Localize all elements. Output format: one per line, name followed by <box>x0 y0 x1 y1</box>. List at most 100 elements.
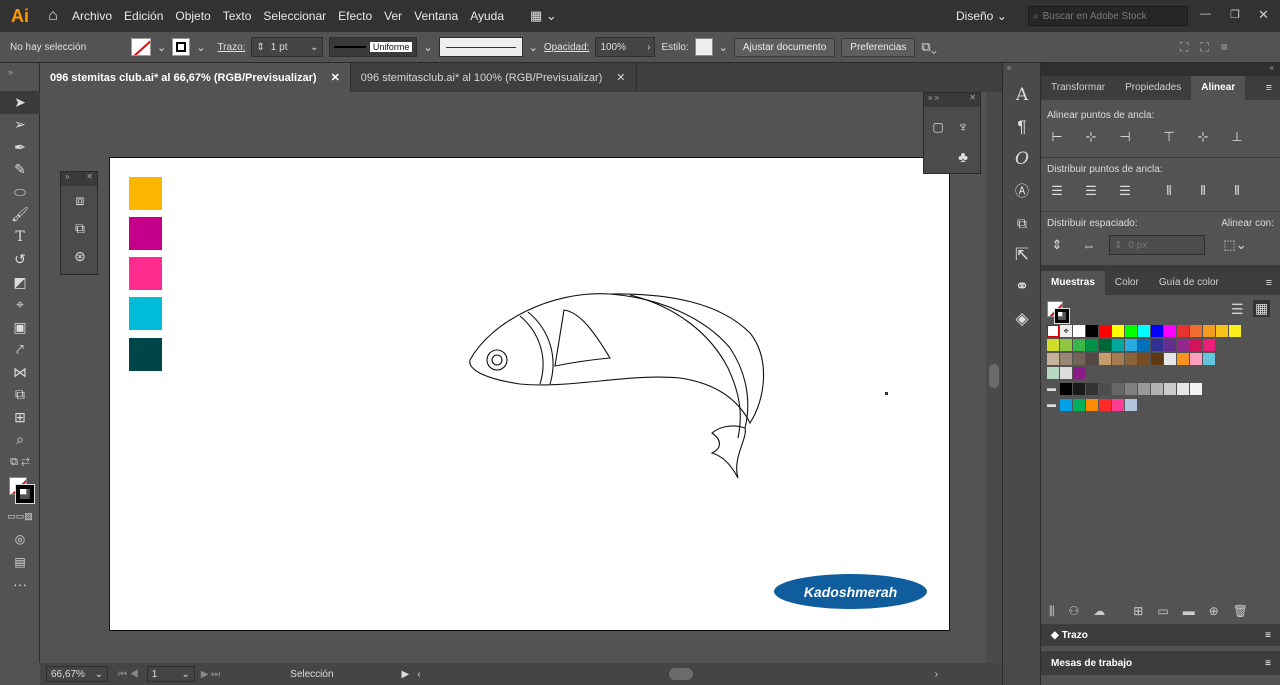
curvature-tool-icon[interactable]: ✎ <box>0 159 40 182</box>
panel-menu-icon[interactable]: ≡ <box>1266 277 1280 289</box>
distribute-bottom-icon[interactable]: ☰ <box>1113 181 1137 201</box>
swatch-pattern[interactable] <box>1047 367 1059 379</box>
color-swatch[interactable] <box>1177 383 1189 395</box>
stepper-icon[interactable]: ⇕ <box>256 42 264 53</box>
swatch-libraries-icon[interactable]: ⫼ <box>1049 604 1055 619</box>
color-swatch[interactable] <box>1203 353 1215 365</box>
artboard-swatch-yellow[interactable] <box>129 177 162 210</box>
color-swatch[interactable] <box>1164 383 1176 395</box>
profile-dropdown-icon[interactable]: ⌄ <box>423 41 432 54</box>
horizontal-spacing-icon[interactable]: ⇔ <box>1077 235 1101 255</box>
paragraph-icon[interactable]: ¶ <box>1003 111 1041 143</box>
tab-close-icon[interactable]: ✕ <box>331 71 340 84</box>
color-swatch[interactable] <box>1164 353 1176 365</box>
vertical-spacing-icon[interactable]: ⇕ <box>1045 235 1069 255</box>
artboard-swatch-magenta[interactable] <box>129 217 162 250</box>
color-swatch[interactable] <box>1151 325 1163 337</box>
menu-ver[interactable]: Ver <box>378 0 408 32</box>
new-color-group-icon[interactable]: ▭ <box>1157 604 1168 618</box>
stroke-mini[interactable] <box>1054 308 1070 324</box>
draw-mode-icon[interactable]: ◎ <box>0 528 40 551</box>
color-swatch[interactable] <box>1060 399 1072 411</box>
artboard-swatch-cyan[interactable] <box>129 297 162 330</box>
eyedropper-tool-icon[interactable]: ⤤ <box>0 339 40 362</box>
character-styles-icon[interactable]: Ⓐ <box>1003 175 1041 207</box>
scroll-thumb[interactable] <box>989 364 999 388</box>
color-swatch[interactable] <box>1190 383 1202 395</box>
opentype-icon[interactable]: O <box>1003 143 1041 175</box>
color-swatch[interactable] <box>1073 325 1085 337</box>
arrange-icon[interactable]: ⧉⌄ <box>921 39 936 55</box>
fill-none-swatch[interactable] <box>131 38 151 56</box>
menu-ayuda[interactable]: Ayuda <box>464 0 510 32</box>
color-swatch[interactable] <box>1164 325 1176 337</box>
panel-menu-icon[interactable]: ≡ <box>1266 82 1280 94</box>
more-tools-icon[interactable]: ··· <box>0 573 40 596</box>
menu-objeto[interactable]: Objeto <box>169 0 216 32</box>
paintbrush-tool-icon[interactable]: 🖌 <box>0 204 40 227</box>
align-bottom-icon[interactable]: ⊥ <box>1225 127 1249 147</box>
color-swatch[interactable] <box>1086 399 1098 411</box>
swatch-none[interactable] <box>1047 325 1059 337</box>
preferences-button[interactable]: Preferencias <box>841 37 916 57</box>
align-left-icon[interactable]: ⊢ <box>1045 127 1069 147</box>
color-swatch[interactable] <box>1099 383 1111 395</box>
color-swatch[interactable] <box>1073 383 1085 395</box>
partial-panel-icon[interactable]: ▢ <box>926 113 950 141</box>
stroke-weight-field[interactable]: ⇕ 1 pt ⌄ <box>251 37 324 57</box>
layers-icon[interactable]: ◈ <box>1003 303 1041 335</box>
screen-mode-icon[interactable]: ▤ <box>0 551 40 574</box>
swap-fill-stroke-icon[interactable]: ⧉ ⇄ <box>0 451 40 474</box>
show-kinds-icon[interactable]: ⚇ <box>1069 604 1080 618</box>
color-swatch[interactable] <box>1073 339 1085 351</box>
tab-muestras[interactable]: Muestras <box>1041 271 1105 295</box>
menu-archivo[interactable]: Archivo <box>66 0 118 32</box>
transform-icons[interactable]: ⛶⛶≡ <box>1180 40 1240 55</box>
export-icon[interactable]: ⇱ <box>1003 239 1041 271</box>
color-swatch[interactable] <box>1112 353 1124 365</box>
color-swatch[interactable] <box>1125 383 1137 395</box>
arrange-documents-icon[interactable]: ▦ ⌄ <box>530 8 557 24</box>
close-icon[interactable]: ✕ <box>1258 7 1269 23</box>
distribute-left-icon[interactable]: ⦀ <box>1157 181 1181 201</box>
color-swatch[interactable] <box>1125 399 1137 411</box>
zoom-field[interactable]: 66,67% ⌄ <box>46 666 108 682</box>
align-vcenter-icon[interactable]: ⊹ <box>1191 127 1215 147</box>
hscroll-left-icon[interactable]: ‹ <box>417 669 420 680</box>
color-swatch[interactable] <box>1099 353 1111 365</box>
color-swatch[interactable] <box>1099 325 1111 337</box>
align-top-icon[interactable]: ⊤ <box>1157 127 1181 147</box>
color-swatch[interactable] <box>1112 325 1124 337</box>
menu-seleccionar[interactable]: Seleccionar <box>257 0 332 32</box>
status-menu-icon[interactable]: ▶ <box>402 669 410 680</box>
swatch-registration[interactable]: ⌖ <box>1060 325 1072 337</box>
adjust-document-button[interactable]: Ajustar documento <box>733 37 836 57</box>
distribute-hcenter-icon[interactable]: ⦀ <box>1191 181 1215 201</box>
tab-close-icon[interactable]: ✕ <box>616 71 625 84</box>
color-swatch[interactable] <box>1125 325 1137 337</box>
align-right-icon[interactable]: ⊣ <box>1113 127 1137 147</box>
tab-guia-de-color[interactable]: Guía de color <box>1149 271 1229 295</box>
selection-tool-icon[interactable]: ➤ <box>0 91 40 114</box>
color-swatch[interactable] <box>1073 353 1085 365</box>
hscroll-right-icon[interactable]: › <box>935 669 938 680</box>
trazo-panel-header[interactable]: ◆ Trazo ≡ <box>1041 624 1280 646</box>
gradient-tool-icon[interactable]: ▣ <box>0 316 40 339</box>
menu-ventana[interactable]: Ventana <box>408 0 464 32</box>
color-swatch[interactable] <box>1190 325 1202 337</box>
nav-next-icon[interactable]: ▶ ⏭ <box>201 669 220 680</box>
tab-document-1[interactable]: 096 stemitas club.ai* al 66,67% (RGB/Pre… <box>40 63 351 92</box>
color-swatch[interactable] <box>1177 353 1189 365</box>
shape-builder-tool-icon[interactable]: ⧉ <box>0 384 40 407</box>
character-icon[interactable]: A <box>1003 79 1041 111</box>
stroke-profile-select[interactable]: Uniforme <box>329 37 418 57</box>
color-swatch[interactable] <box>1138 339 1150 351</box>
opacity-field[interactable]: 100% › <box>595 37 656 57</box>
color-swatch[interactable] <box>1190 353 1202 365</box>
stock-search-input[interactable]: ⌕ Buscar en Adobe Stock <box>1028 6 1188 26</box>
artboard-swatch-pink[interactable] <box>129 257 162 290</box>
swatch-purple[interactable] <box>1073 367 1085 379</box>
zoom-tool-icon[interactable]: ⌕ <box>0 429 40 452</box>
color-swatch[interactable] <box>1229 325 1241 337</box>
width-tool-icon[interactable]: ⌖ <box>0 294 40 317</box>
